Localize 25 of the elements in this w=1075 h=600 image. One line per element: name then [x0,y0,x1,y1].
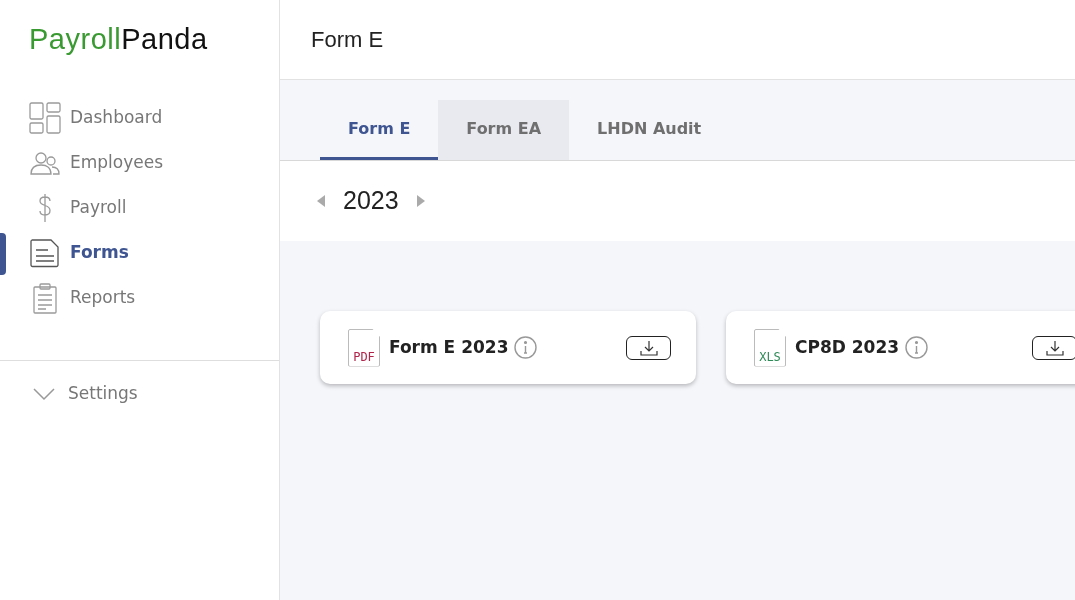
file-title: Form E 2023 [389,335,509,359]
file-type-label: XLS [759,350,781,363]
file-title: CP8D 2023 [795,335,900,359]
nav-item[interactable]: Employees [29,147,164,179]
info-icon[interactable] [905,336,929,359]
dashboard-icon [29,102,61,134]
settings-item[interactable]: Settings [0,381,279,407]
info-icon[interactable] [514,336,538,359]
tab[interactable]: Form EA [438,100,570,160]
download-icon [1045,339,1064,356]
nav-item[interactable]: Forms [29,237,129,269]
tab[interactable]: LHDN Audit [569,100,730,160]
download-button[interactable] [626,335,671,360]
chevron-icon [33,386,55,401]
document-icon [29,237,61,269]
download-icon [639,339,658,356]
page-title: Form E [311,26,384,54]
file-type-label: PDF [353,350,375,363]
year-label: 2023 [343,185,399,217]
nav-item[interactable]: Payroll [29,192,127,224]
nav-item[interactable]: Reports [29,282,136,314]
next-arrow-icon[interactable] [416,195,425,207]
logo[interactable]: PayrollPanda [29,18,208,62]
nav-item[interactable]: Dashboard [29,102,163,134]
previous-arrow-icon[interactable] [317,195,325,207]
